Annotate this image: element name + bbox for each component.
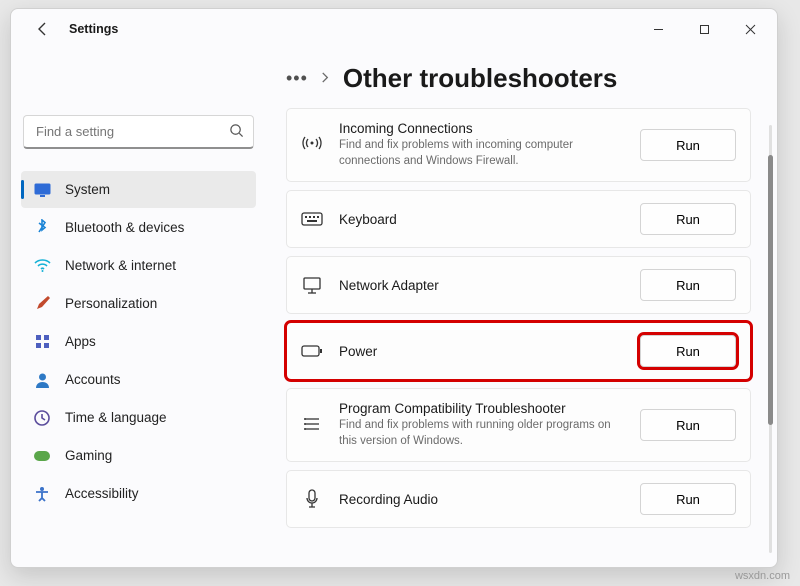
main-content: ••• Other troubleshooters Incoming Conne…	[266, 49, 777, 567]
run-button-program-compatibility[interactable]: Run	[640, 409, 736, 441]
run-button-incoming-connections[interactable]: Run	[640, 129, 736, 161]
troubleshooter-title: Incoming Connections	[339, 121, 624, 136]
minimize-button[interactable]	[635, 13, 681, 45]
troubleshooter-program-compatibility: Program Compatibility Troubleshooter Fin…	[286, 388, 751, 462]
close-button[interactable]	[727, 13, 773, 45]
scrollbar[interactable]	[769, 125, 772, 553]
watermark: wsxdn.com	[735, 570, 790, 582]
sidebar-item-label: Time & language	[65, 410, 167, 425]
sidebar-item-label: Accessibility	[65, 486, 139, 501]
troubleshooter-text: Keyboard	[339, 212, 624, 227]
chevron-right-icon	[320, 71, 331, 86]
search-input[interactable]	[23, 115, 254, 149]
sidebar-item-accessibility[interactable]: Accessibility	[21, 475, 256, 512]
back-button[interactable]	[29, 15, 57, 43]
troubleshooter-text: Program Compatibility Troubleshooter Fin…	[339, 401, 624, 449]
sidebar: System Bluetooth & devices Network & int…	[11, 49, 266, 567]
page-title: Other troubleshooters	[343, 63, 617, 94]
troubleshooter-title: Power	[339, 344, 624, 359]
troubleshooter-keyboard: Keyboard Run	[286, 190, 751, 248]
bluetooth-icon	[33, 219, 51, 237]
troubleshooter-title: Keyboard	[339, 212, 624, 227]
apps-icon	[33, 333, 51, 351]
sidebar-item-accounts[interactable]: Accounts	[21, 361, 256, 398]
clock-icon	[33, 409, 51, 427]
sidebar-item-label: Network & internet	[65, 258, 176, 273]
display-icon	[33, 181, 51, 199]
troubleshooter-title: Recording Audio	[339, 492, 624, 507]
sidebar-item-bluetooth[interactable]: Bluetooth & devices	[21, 209, 256, 246]
run-button-keyboard[interactable]: Run	[640, 203, 736, 235]
sidebar-item-label: System	[65, 182, 110, 197]
game-icon	[33, 447, 51, 465]
sidebar-item-label: Apps	[65, 334, 96, 349]
sidebar-item-network[interactable]: Network & internet	[21, 247, 256, 284]
troubleshooter-description: Find and fix problems with running older…	[339, 418, 624, 449]
app-title: Settings	[69, 22, 118, 36]
window-controls	[635, 13, 773, 45]
troubleshooter-title: Network Adapter	[339, 278, 624, 293]
page-header: ••• Other troubleshooters	[276, 57, 775, 108]
troubleshooter-power: Power Run	[286, 322, 751, 380]
breadcrumb-more-button[interactable]: •••	[286, 68, 308, 89]
titlebar: Settings	[11, 9, 777, 49]
monitor-icon	[301, 276, 323, 294]
troubleshooter-text: Network Adapter	[339, 278, 624, 293]
scrollbar-thumb[interactable]	[768, 155, 773, 425]
troubleshooter-incoming-connections: Incoming Connections Find and fix proble…	[286, 108, 751, 182]
run-button-recording-audio[interactable]: Run	[640, 483, 736, 515]
sidebar-item-apps[interactable]: Apps	[21, 323, 256, 360]
person-icon	[33, 371, 51, 389]
troubleshooter-text: Incoming Connections Find and fix proble…	[339, 121, 624, 169]
battery-icon	[301, 345, 323, 357]
search-wrap	[23, 115, 254, 149]
sidebar-item-personalization[interactable]: Personalization	[21, 285, 256, 322]
troubleshooter-title: Program Compatibility Troubleshooter	[339, 401, 624, 416]
list-icon	[301, 416, 323, 434]
run-button-network-adapter[interactable]: Run	[640, 269, 736, 301]
sidebar-item-gaming[interactable]: Gaming	[21, 437, 256, 474]
run-button-power[interactable]: Run	[640, 335, 736, 367]
sidebar-nav: System Bluetooth & devices Network & int…	[21, 171, 256, 512]
keyboard-icon	[301, 212, 323, 226]
mic-icon	[301, 489, 323, 509]
sidebar-item-label: Bluetooth & devices	[65, 220, 184, 235]
antenna-icon	[301, 135, 323, 155]
troubleshooter-network-adapter: Network Adapter Run	[286, 256, 751, 314]
sidebar-item-system[interactable]: System	[21, 171, 256, 208]
maximize-button[interactable]	[681, 13, 727, 45]
troubleshooter-list: Incoming Connections Find and fix proble…	[276, 108, 775, 557]
settings-window: Settings System Bluetooth & devices	[10, 8, 778, 568]
wifi-icon	[33, 257, 51, 275]
sidebar-item-label: Personalization	[65, 296, 157, 311]
troubleshooter-recording-audio: Recording Audio Run	[286, 470, 751, 528]
troubleshooter-text: Power	[339, 344, 624, 359]
brush-icon	[33, 295, 51, 313]
sidebar-item-time[interactable]: Time & language	[21, 399, 256, 436]
access-icon	[33, 485, 51, 503]
sidebar-item-label: Accounts	[65, 372, 121, 387]
search-icon	[229, 123, 244, 141]
troubleshooter-description: Find and fix problems with incoming comp…	[339, 138, 624, 169]
sidebar-item-label: Gaming	[65, 448, 112, 463]
troubleshooter-text: Recording Audio	[339, 492, 624, 507]
